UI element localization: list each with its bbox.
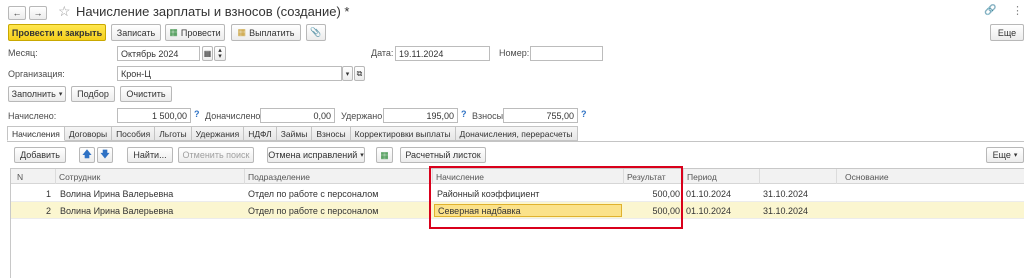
month-label: Месяц: <box>8 48 38 58</box>
calendar-button[interactable]: ▦ <box>202 46 213 61</box>
organization-open-button[interactable]: ⧉ <box>354 66 365 81</box>
column-header[interactable]: Период <box>684 169 760 184</box>
chevron-down-icon: ▾ <box>360 152 364 159</box>
attach-button[interactable]: 📎 <box>306 24 326 41</box>
period-start-cell[interactable]: 01.10.2024 <box>686 185 731 202</box>
arrow-left-icon: ← <box>12 8 22 18</box>
department-cell[interactable]: Отдел по работе с персоналом <box>248 202 378 219</box>
paperclip-icon: 📎 <box>310 27 322 37</box>
row-number: 1 <box>45 188 51 199</box>
move-up-button[interactable]: 🡅 <box>79 147 95 163</box>
tab-privileges[interactable]: Льготы <box>155 126 192 141</box>
column-header[interactable]: Сотрудник <box>56 169 245 184</box>
month-stepper[interactable]: ▴ ▾ <box>214 46 226 61</box>
contributions-field: 755,00 <box>503 108 578 123</box>
tab-recalculations[interactable]: Доначисления, перерасчеты <box>455 126 578 141</box>
undo-fixes-button[interactable]: Отмена исправлений ▾ <box>267 147 365 163</box>
employee-cell[interactable]: Волина Ирина Валерьевна <box>60 185 173 202</box>
save-button[interactable]: Записать <box>111 24 161 41</box>
back-button[interactable]: ← <box>8 6 26 20</box>
tab-payment-corrections[interactable]: Корректировки выплаты <box>350 126 456 141</box>
help-icon[interactable]: ? <box>194 109 200 119</box>
forward-button[interactable]: → <box>29 6 47 20</box>
tab-ndfl[interactable]: НДФЛ <box>244 126 277 141</box>
page-title: Начисление зарплаты и взносов (создание)… <box>76 4 350 19</box>
arrow-down-icon: 🡇 <box>100 149 110 159</box>
post-and-close-button[interactable]: Провести и закрыть <box>8 24 106 41</box>
chevron-down-icon: ▾ <box>345 70 350 78</box>
tab-deductions[interactable]: Удержания <box>191 126 245 141</box>
accrued-label: Начислено: <box>8 111 57 121</box>
withheld-field: 195,00 <box>383 108 458 123</box>
link-icon[interactable]: 🔗 <box>984 5 996 16</box>
tab-accruals[interactable]: Начисления <box>7 126 65 141</box>
accrued-field: 1 500,00 <box>117 108 191 123</box>
month-field[interactable]: Октябрь 2024 <box>117 46 200 61</box>
clear-button[interactable]: Очистить <box>120 86 172 102</box>
pay-icon: ▦ <box>237 27 247 37</box>
find-button[interactable]: Найти... <box>127 147 173 163</box>
tab-divider <box>7 141 1024 142</box>
row-number: 2 <box>45 205 51 216</box>
column-header[interactable]: N <box>11 169 56 184</box>
withheld-label: Удержано: <box>341 111 385 121</box>
tab-loans[interactable]: Займы <box>276 126 313 141</box>
arrow-up-icon: 🡅 <box>82 149 92 159</box>
number-label: Номер: <box>499 48 530 58</box>
column-header[interactable] <box>760 169 837 184</box>
move-down-button[interactable]: 🡇 <box>97 147 113 163</box>
chevron-down-icon: ▾ <box>58 91 63 98</box>
column-header[interactable]: Подразделение <box>245 169 433 184</box>
grid-settings-button[interactable]: ▦ <box>376 147 393 163</box>
help-icon[interactable]: ? <box>581 109 587 119</box>
post-icon: ▦ <box>169 27 178 37</box>
calendar-icon: ▦ <box>203 49 212 58</box>
date-label: Дата: <box>371 48 394 58</box>
number-field[interactable] <box>530 46 603 61</box>
payslip-button[interactable]: Расчетный листок <box>400 147 486 163</box>
kebab-icon[interactable]: ⋮ <box>1012 4 1023 17</box>
period-end-cell[interactable]: 31.10.2024 <box>763 185 808 202</box>
add-row-button[interactable]: Добавить <box>14 147 66 163</box>
tab-contributions[interactable]: Взносы <box>312 126 351 141</box>
tab-contracts[interactable]: Договоры <box>64 126 113 141</box>
period-start-cell[interactable]: 01.10.2024 <box>686 202 731 219</box>
department-cell[interactable]: Отдел по работе с персоналом <box>248 185 378 202</box>
stepper-down-icon: ▾ <box>218 52 222 60</box>
grid-icon: ▦ <box>380 149 389 160</box>
chevron-down-icon: ▾ <box>1013 152 1018 159</box>
more-button[interactable]: Еще <box>990 24 1024 41</box>
open-icon: ⧉ <box>356 68 363 78</box>
period-end-cell[interactable]: 31.10.2024 <box>763 202 808 219</box>
table-more-button[interactable]: Еще ▾ <box>986 147 1024 163</box>
help-icon[interactable]: ? <box>461 109 467 119</box>
organization-label: Организация: <box>8 69 65 79</box>
extra-accrued-field: 0,00 <box>260 108 335 123</box>
post-button[interactable]: ▦ Провести <box>165 24 225 41</box>
tab-benefits[interactable]: Пособия <box>112 126 156 141</box>
cancel-search-button[interactable]: Отменить поиск <box>178 147 254 163</box>
pay-button[interactable]: ▦ Выплатить <box>231 24 301 41</box>
organization-dropdown[interactable]: ▾ <box>342 66 353 81</box>
star-icon[interactable]: ☆ <box>58 3 71 20</box>
highlight-frame <box>429 166 683 229</box>
column-header[interactable]: Основание <box>837 169 1024 184</box>
date-field[interactable]: 19.11.2024 <box>395 46 490 61</box>
contributions-label: Взносы: <box>472 111 506 121</box>
organization-field[interactable]: Крон-Ц <box>117 66 342 81</box>
arrow-right-icon: → <box>33 8 43 18</box>
select-button[interactable]: Подбор <box>71 86 115 102</box>
employee-cell[interactable]: Волина Ирина Валерьевна <box>60 202 173 219</box>
fill-button[interactable]: Заполнить ▾ <box>8 86 66 102</box>
tab-bar: Начисления Договоры Пособия Льготы Удерж… <box>7 126 578 141</box>
extra-accrued-label: Доначислено: <box>205 111 263 121</box>
